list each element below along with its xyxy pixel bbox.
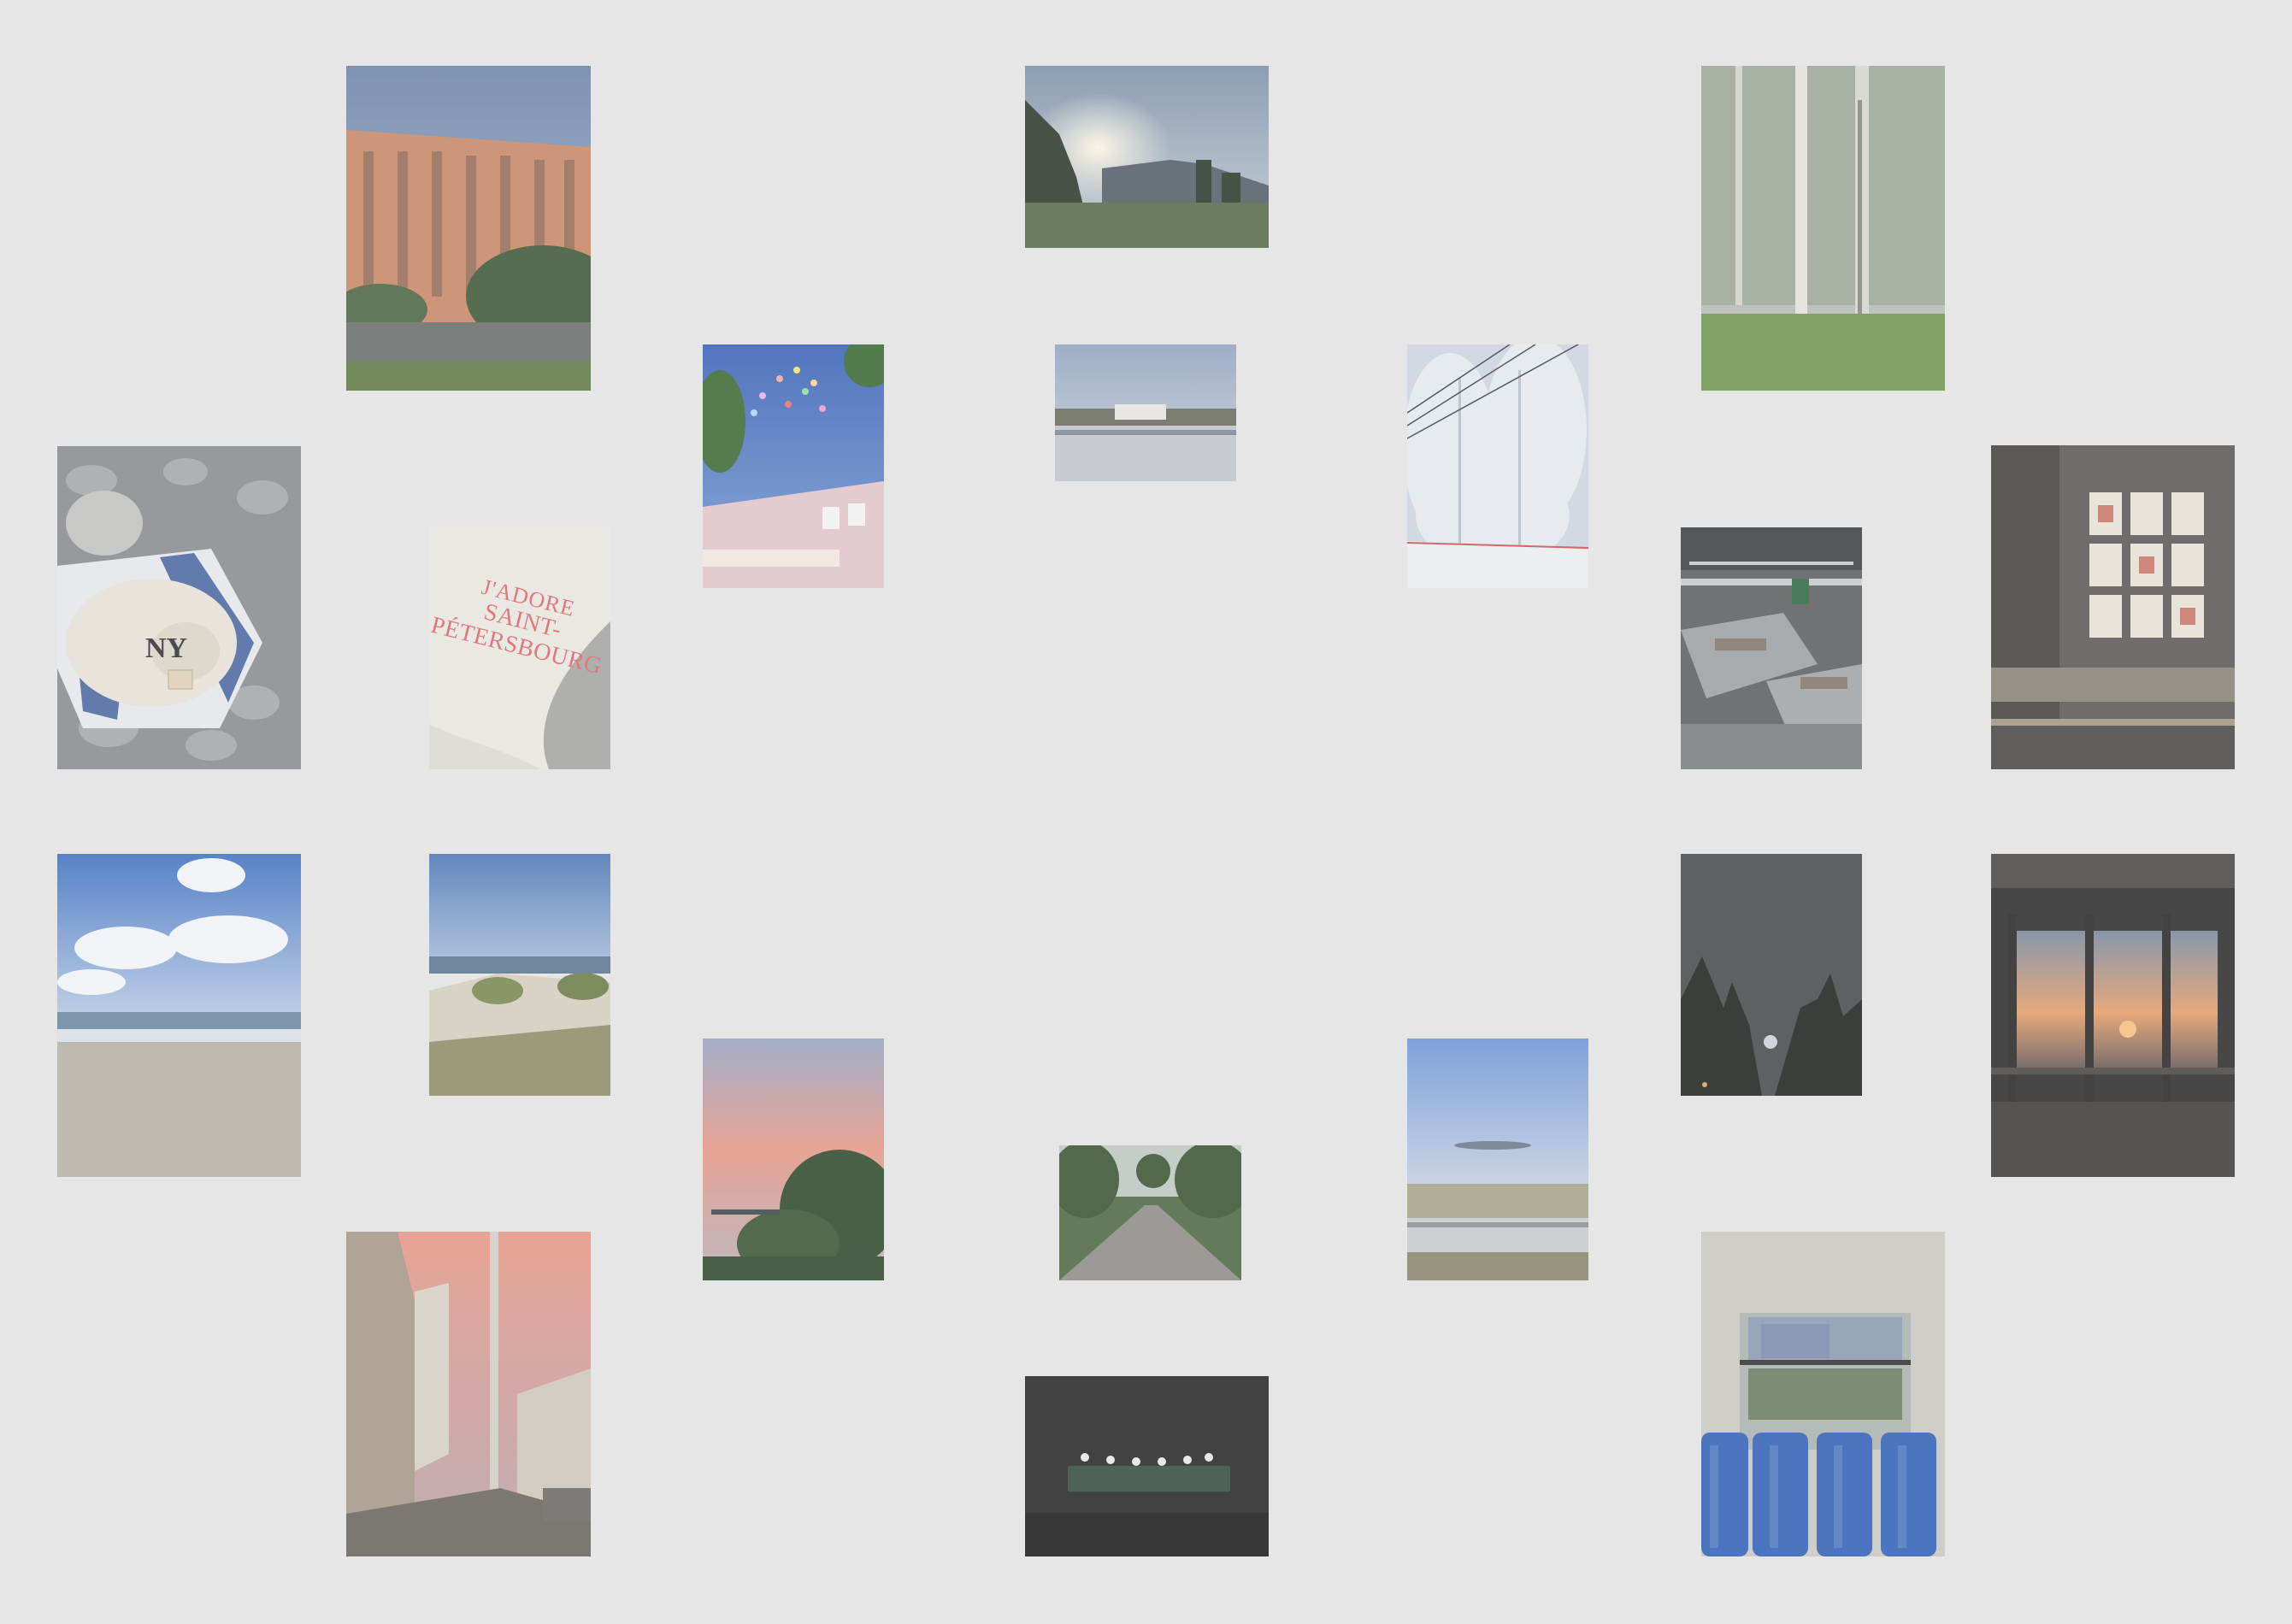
pink-clouds-photo — [703, 1039, 884, 1280]
cap-on-pebbles-photo: NY — [57, 446, 301, 769]
snowy-trees-photo — [1407, 344, 1588, 588]
jadore-sweatshirt-photo: J'ADORE SAINT-PÉTERSBOURG — [429, 527, 610, 769]
river-town-photo — [1055, 344, 1236, 481]
park-path-photo — [1059, 1145, 1241, 1280]
apartment-block-photo — [346, 66, 591, 391]
balloons-sky-photo — [703, 344, 884, 588]
station-sunset-photo — [1991, 854, 2235, 1177]
cafe-posters-photo — [1991, 445, 2235, 769]
concert-lights-photo — [1025, 1376, 1269, 1556]
bookstore-interior-photo — [1681, 527, 1862, 769]
street-sunset-photo — [346, 1232, 591, 1556]
svg-text:NY: NY — [145, 633, 187, 664]
bus-window-photo — [1701, 1232, 1945, 1556]
sunny-beach-photo — [57, 854, 301, 1177]
dunes-sea-photo — [429, 854, 610, 1096]
night-trees-photo — [1681, 854, 1862, 1096]
evening-field-photo — [1407, 1039, 1588, 1280]
birch-forest-photo — [1701, 66, 1945, 391]
mountain-sunrise-photo — [1025, 66, 1269, 248]
